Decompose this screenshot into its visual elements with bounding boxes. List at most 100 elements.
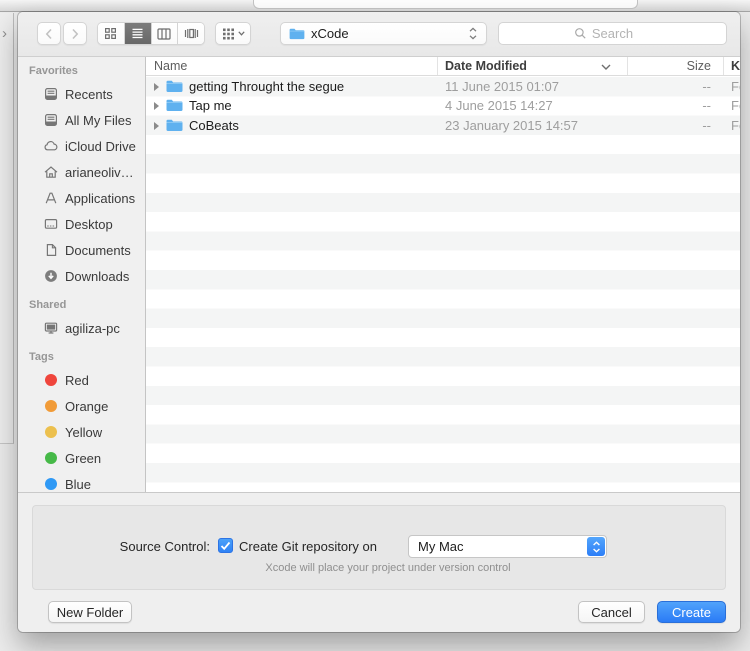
dialog-body: Favorites Recents All My Files iCloud Dr… bbox=[18, 57, 740, 492]
all-my-files-icon bbox=[43, 112, 59, 128]
screen: › bbox=[0, 0, 750, 651]
sidebar-item-all-my-files[interactable]: All My Files bbox=[18, 107, 145, 133]
arrange-grid-icon bbox=[222, 27, 235, 40]
list-view-button[interactable] bbox=[125, 23, 152, 44]
checkmark-icon bbox=[220, 541, 231, 551]
background-left-panel: › bbox=[0, 13, 14, 444]
sidebar-item-tag-blue[interactable]: Blue bbox=[18, 471, 145, 492]
tag-dot-blue bbox=[45, 478, 57, 490]
list-view-icon bbox=[131, 27, 144, 40]
sidebar-item-label: Red bbox=[65, 373, 89, 388]
sidebar-item-downloads[interactable]: Downloads bbox=[18, 263, 145, 289]
sidebar-item-label: Yellow bbox=[65, 425, 102, 440]
repository-location-popup[interactable]: My Mac bbox=[408, 535, 607, 558]
cancel-button[interactable]: Cancel bbox=[578, 601, 645, 623]
sidebar-item-label: agiliza-pc bbox=[65, 321, 120, 336]
column-view-button[interactable] bbox=[152, 23, 179, 44]
sidebar-item-label: arianeoliv… bbox=[65, 165, 134, 180]
sidebar-item-label: Green bbox=[65, 451, 101, 466]
chevron-right-icon[interactable]: › bbox=[2, 25, 7, 42]
sidebar-section-shared: Shared agiliza-pc bbox=[18, 291, 145, 341]
sidebar-section-title: Shared bbox=[18, 291, 145, 315]
popup-stepper bbox=[587, 537, 605, 556]
disclosure-triangle-icon[interactable] bbox=[154, 83, 159, 91]
sidebar-item-label: Recents bbox=[65, 87, 113, 102]
column-separator[interactable] bbox=[723, 57, 724, 75]
background-window-strip bbox=[0, 0, 750, 12]
up-down-chevrons-icon bbox=[468, 27, 478, 40]
tag-dot-green bbox=[45, 452, 57, 464]
file-kind: Folder bbox=[731, 79, 740, 94]
file-list-header: Name Date Modified Size Kind bbox=[146, 57, 740, 76]
column-separator[interactable] bbox=[437, 57, 438, 75]
current-folder-popup[interactable]: xCode bbox=[280, 22, 487, 45]
sidebar-item-icloud-drive[interactable]: iCloud Drive bbox=[18, 133, 145, 159]
applications-icon bbox=[43, 190, 59, 206]
git-repository-checkbox[interactable] bbox=[218, 538, 233, 553]
computer-icon bbox=[43, 320, 59, 336]
sidebar-section-favorites: Favorites Recents All My Files iCloud Dr… bbox=[18, 57, 145, 289]
file-kind: Folder bbox=[731, 98, 740, 113]
sidebar-item-label: iCloud Drive bbox=[65, 139, 136, 154]
column-header-name[interactable]: Name bbox=[154, 59, 187, 73]
table-row[interactable]: CoBeats 23 January 2015 14:57 -- Folder bbox=[146, 116, 740, 135]
sidebar-item-tag-yellow[interactable]: Yellow bbox=[18, 419, 145, 445]
column-header-date-modified[interactable]: Date Modified bbox=[445, 59, 527, 73]
version-control-caption: Xcode will place your project under vers… bbox=[188, 562, 588, 574]
coverflow-view-icon bbox=[184, 27, 199, 40]
sidebar-item-documents[interactable]: Documents bbox=[18, 237, 145, 263]
file-rows: getting Throught the segue 11 June 2015 … bbox=[146, 77, 740, 492]
sidebar-item-label: Desktop bbox=[65, 217, 113, 232]
column-view-icon bbox=[157, 28, 171, 40]
tag-dot-yellow bbox=[45, 426, 57, 438]
back-button[interactable] bbox=[37, 22, 61, 45]
sidebar-item-agiliza-pc[interactable]: agiliza-pc bbox=[18, 315, 145, 341]
file-date-modified: 11 June 2015 01:07 bbox=[445, 79, 559, 94]
sidebar-item-home[interactable]: arianeoliv… bbox=[18, 159, 145, 185]
downloads-icon bbox=[43, 268, 59, 284]
sidebar-item-applications[interactable]: Applications bbox=[18, 185, 145, 211]
sidebar-item-tag-green[interactable]: Green bbox=[18, 445, 145, 471]
sidebar-item-recents[interactable]: Recents bbox=[18, 81, 145, 107]
tag-dot-red bbox=[45, 374, 57, 386]
forward-button[interactable] bbox=[63, 22, 87, 45]
arrange-button[interactable] bbox=[215, 22, 251, 45]
documents-icon bbox=[43, 242, 59, 258]
up-down-chevrons-icon bbox=[592, 541, 601, 553]
sidebar-item-tag-red[interactable]: Red bbox=[18, 367, 145, 393]
grid-view-button[interactable] bbox=[98, 23, 125, 44]
folder-icon bbox=[166, 80, 183, 93]
save-dialog: xCode Favorites Recents bbox=[18, 12, 740, 632]
column-separator[interactable] bbox=[627, 57, 628, 75]
file-date-modified: 23 January 2015 14:57 bbox=[445, 118, 578, 133]
file-name: Tap me bbox=[189, 98, 232, 113]
sidebar-item-label: Documents bbox=[65, 243, 131, 258]
file-size: -- bbox=[627, 98, 711, 113]
git-repository-checkbox-label: Create Git repository on bbox=[239, 539, 377, 554]
dialog-toolbar: xCode bbox=[18, 12, 740, 57]
sidebar-item-label: Downloads bbox=[65, 269, 129, 284]
table-row[interactable]: Tap me 4 June 2015 14:27 -- Folder bbox=[146, 96, 740, 115]
recents-icon bbox=[43, 86, 59, 102]
sidebar-item-desktop[interactable]: Desktop bbox=[18, 211, 145, 237]
column-header-size[interactable]: Size bbox=[627, 59, 711, 73]
file-size: -- bbox=[627, 118, 711, 133]
desktop-icon bbox=[43, 216, 59, 232]
current-folder-label: xCode bbox=[311, 26, 462, 41]
file-size: -- bbox=[627, 79, 711, 94]
create-button[interactable]: Create bbox=[657, 601, 726, 623]
dialog-footer: Source Control: Create Git repository on… bbox=[18, 492, 740, 632]
column-header-kind[interactable]: Kind bbox=[731, 59, 740, 73]
disclosure-triangle-icon[interactable] bbox=[154, 122, 159, 130]
sidebar-item-tag-orange[interactable]: Orange bbox=[18, 393, 145, 419]
grid-view-icon bbox=[104, 27, 117, 40]
table-row[interactable]: getting Throught the segue 11 June 2015 … bbox=[146, 77, 740, 96]
disclosure-triangle-icon[interactable] bbox=[154, 102, 159, 110]
new-folder-button[interactable]: New Folder bbox=[48, 601, 132, 623]
sidebar-section-tags: Tags Red Orange Yellow bbox=[18, 343, 145, 492]
background-field-fragment bbox=[253, 0, 638, 9]
coverflow-view-button[interactable] bbox=[178, 23, 204, 44]
file-name: getting Throught the segue bbox=[189, 79, 344, 94]
sidebar-section-title: Tags bbox=[18, 343, 145, 367]
search-input[interactable] bbox=[498, 22, 727, 45]
